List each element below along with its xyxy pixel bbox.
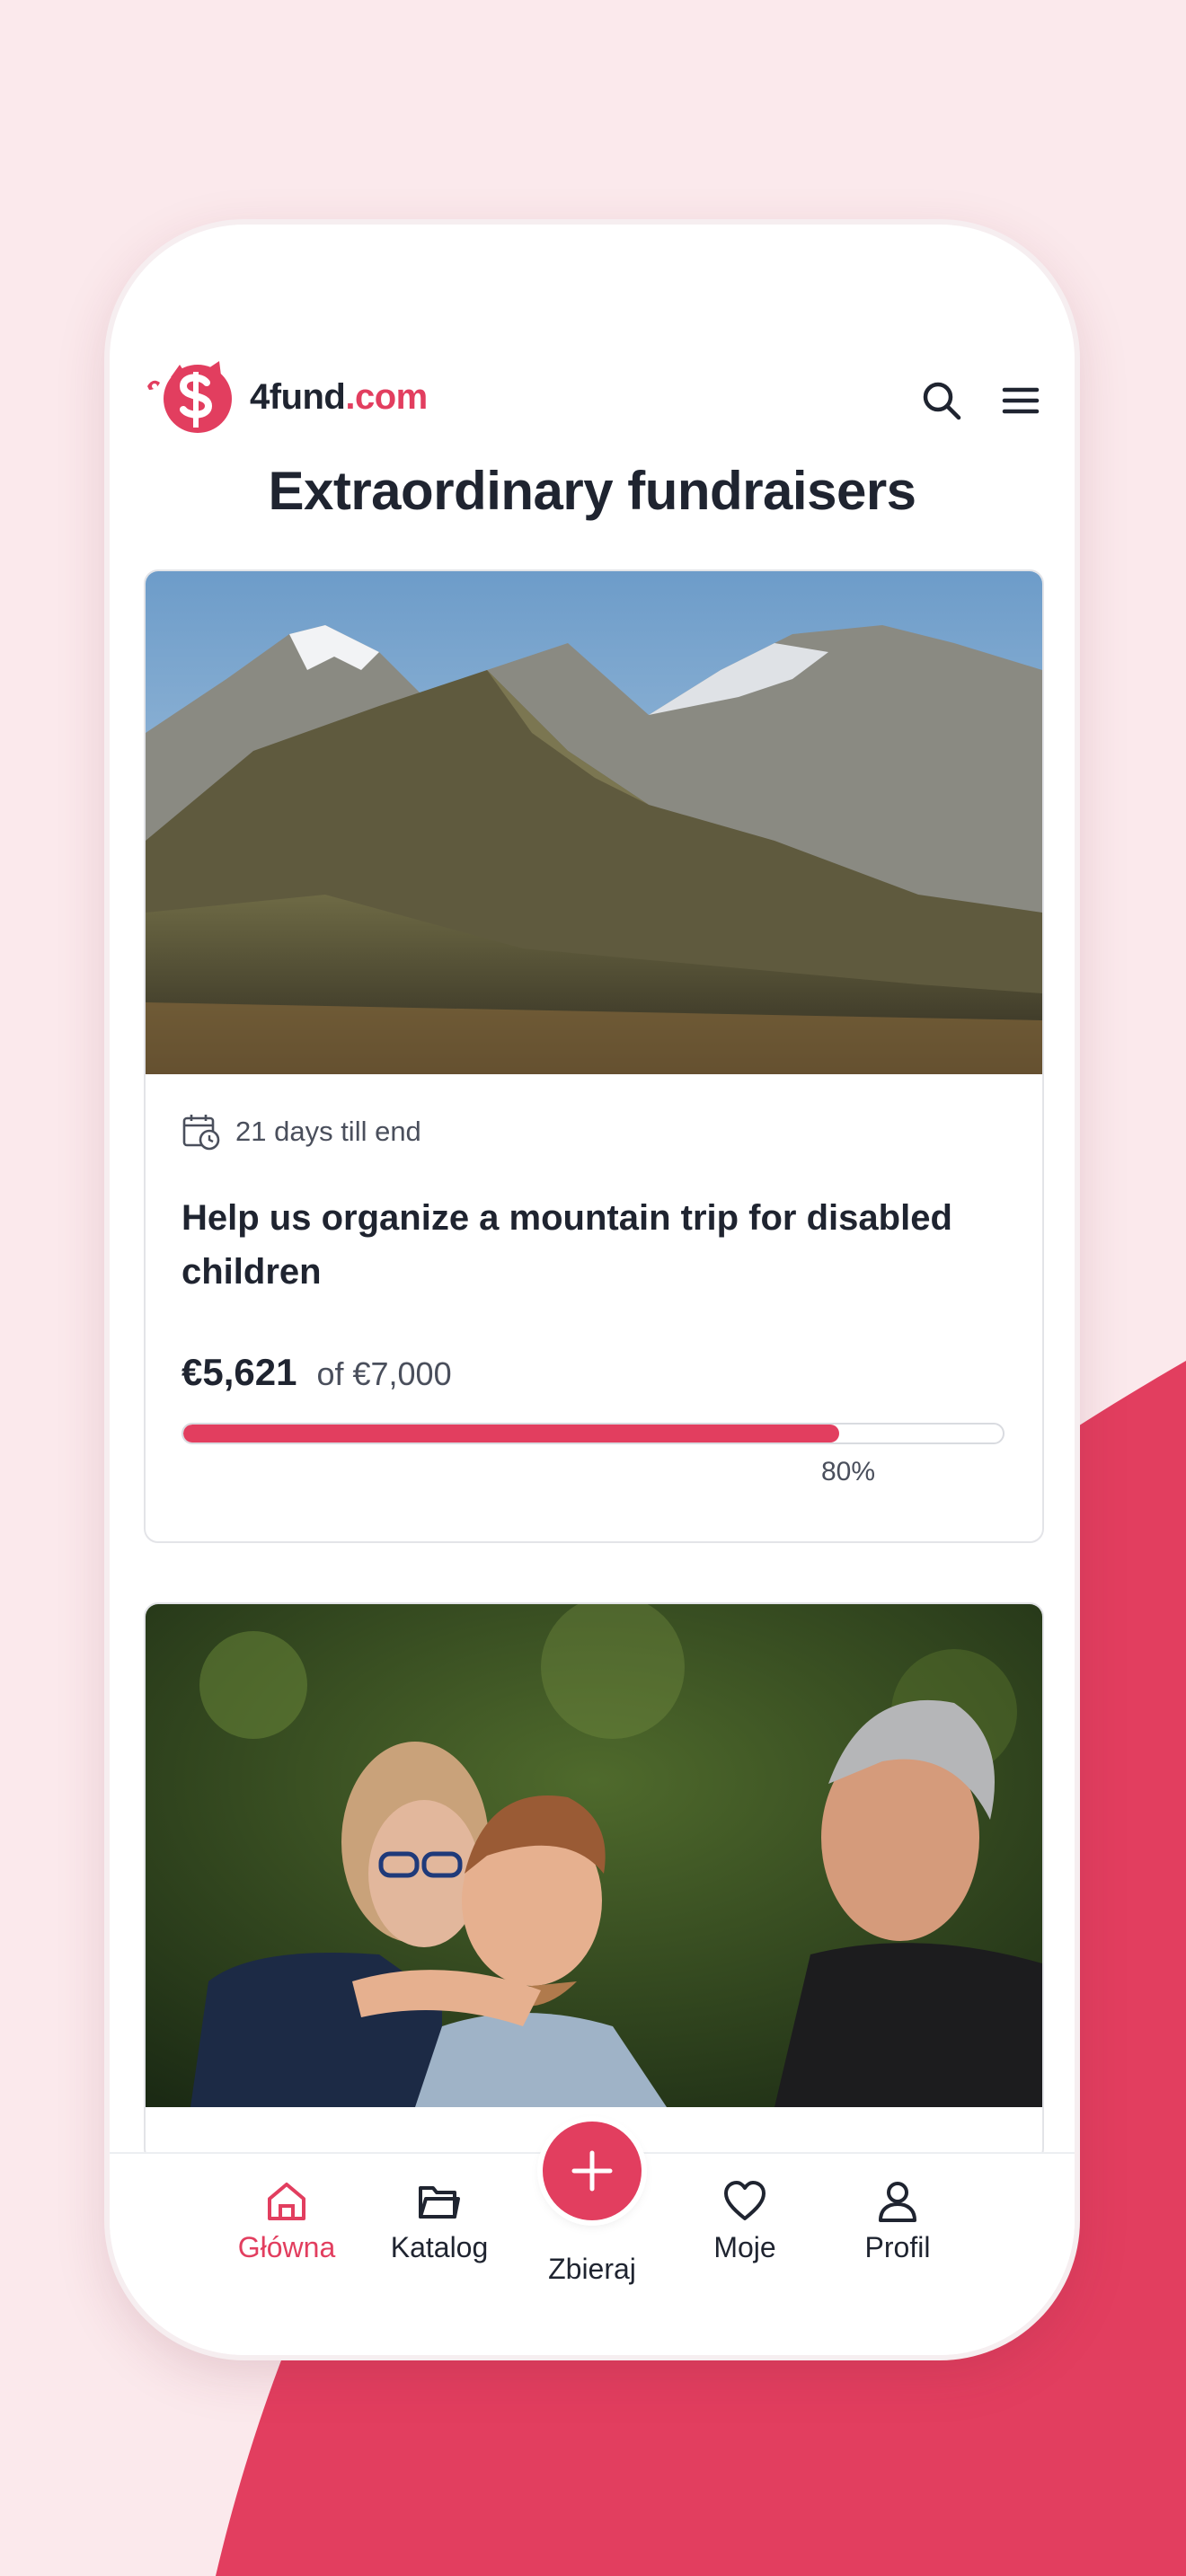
family-hug-photo [146, 1604, 1042, 2107]
progress-fill [183, 1425, 839, 1442]
fundraiser-title[interactable]: Help us organize a mountain trip for dis… [181, 1191, 1006, 1299]
fundraiser-card[interactable]: 21 days till end Help us organize a moun… [144, 569, 1044, 1543]
heart-icon [724, 2181, 766, 2220]
user-icon [879, 2182, 916, 2222]
logo[interactable]: 4fund.com [144, 359, 428, 435]
progress-percent: 80% [821, 1457, 876, 1486]
tab-label-zbieraj[interactable]: Zbieraj [516, 2253, 668, 2286]
menu-icon[interactable] [1001, 379, 1040, 422]
logo-text: 4fund.com [250, 377, 428, 418]
folder-icon [419, 2186, 460, 2219]
tab-moje[interactable]: Moje [668, 2179, 821, 2264]
tab-label: Profil [864, 2231, 931, 2263]
tab-katalog[interactable]: Katalog [363, 2179, 516, 2264]
tab-label: Główna [237, 2231, 336, 2263]
deadline-info: 21 days till end [181, 1112, 421, 1151]
bottom-tab-bar: Główna Katalog Zbieraj Moje Profil [110, 2122, 1075, 2355]
logo-text-suffix: .com [345, 376, 428, 417]
progress-bar [181, 1423, 1005, 1444]
mountain-landscape-photo [146, 571, 1042, 1074]
search-icon[interactable] [920, 379, 963, 422]
piggy-bank-logo-icon [147, 361, 232, 433]
header-actions [920, 379, 1040, 422]
add-fundraiser-button[interactable] [543, 2122, 642, 2220]
tab-label: Katalog [390, 2231, 489, 2263]
goal-amount: of €7,000 [316, 1355, 452, 1392]
app-header: 4fund.com [144, 359, 1040, 449]
plus-icon [571, 2150, 613, 2192]
tab-label: Moje [713, 2231, 776, 2263]
tab-profil[interactable]: Profil [821, 2179, 974, 2264]
amounts: €5,621 of €7,000 [181, 1351, 452, 1394]
fundraiser-card[interactable] [144, 1602, 1044, 2163]
days-left-text: 21 days till end [235, 1116, 421, 1147]
page-title: Extraordinary fundraisers [268, 461, 916, 521]
logo-text-main: 4fund [250, 376, 346, 417]
raised-amount: €5,621 [181, 1351, 297, 1393]
tab-glowna[interactable]: Główna [210, 2179, 363, 2264]
home-icon [268, 2183, 305, 2220]
calendar-clock-icon [182, 1115, 220, 1151]
phone-frame: 4fund.com Extraordinary fundraisers 21 d… [110, 225, 1075, 2355]
